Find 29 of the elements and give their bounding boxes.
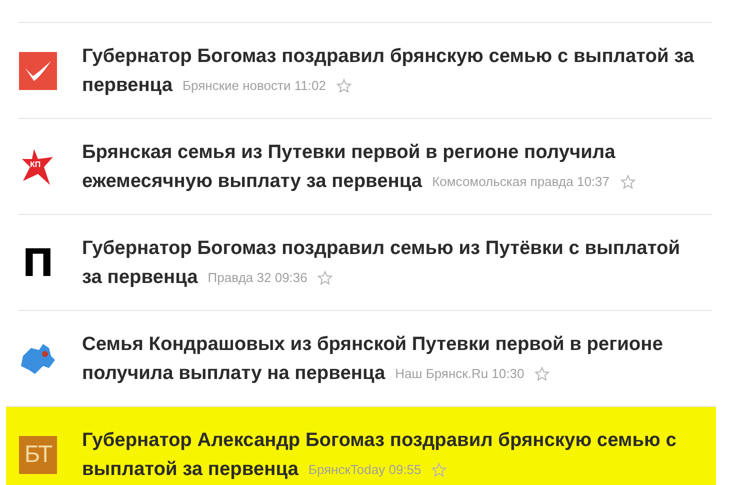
news-source-time: Правда 32 09:36 — [208, 269, 308, 287]
news-headline[interactable]: получила выплату на первенца — [82, 359, 386, 388]
news-headline[interactable]: Губернатор Богомаз поздравил семью из Путёвки с выплатой — [82, 234, 680, 263]
news-headline[interactable]: за первенца — [82, 263, 198, 292]
star-icon[interactable] — [317, 270, 334, 286]
news-headline[interactable]: Брянская семья из Путевки первой в регионе получила — [82, 138, 616, 167]
star-icon[interactable] — [620, 174, 636, 190]
news-item[interactable]: БТ Губернатор Александр Богомаз поздравил брянскую семью с выплатой за первенца БрянскToday 09:55 — [6, 406, 716, 485]
star-icon[interactable] — [336, 78, 352, 94]
logo-letter: П — [22, 244, 54, 282]
news-item[interactable]: Губернатор Богомаз поздравил брянскую семью с выплатой за первенца Брянские новости 11:02 — [18, 22, 712, 118]
news-source-time: Брянские новости 11:02 — [182, 77, 326, 95]
news-headline[interactable]: первенца — [82, 71, 172, 100]
news-headline[interactable]: ежемесячную выплату за первенца — [82, 167, 422, 196]
news-source-time: БрянскToday 09:55 — [308, 461, 422, 479]
star-icon[interactable] — [534, 366, 550, 382]
news-headline[interactable]: Губернатор Богомаз поздравил брянскую семью с выплатой за — [82, 42, 694, 71]
news-headline[interactable]: Губернатор Александр Богомаз поздравил брянскую семью с — [82, 426, 676, 455]
news-item[interactable]: КП Брянская семья из Путевки первой в регионе получила ежемесячную выплату за первенца Комсомольская правда 10:37 — [18, 118, 712, 214]
logo-text: КП — [30, 160, 41, 169]
news-source-time: Комсомольская правда 10:37 — [432, 173, 610, 191]
news-source-time: Наш Брянск.Ru 10:30 — [395, 365, 524, 383]
star-icon[interactable] — [431, 462, 448, 478]
logo-text: БТ — [19, 436, 57, 474]
region-map-icon — [19, 342, 57, 376]
news-headline[interactable]: Семья Кондрашовых из брянской Путевки первой в регионе — [82, 330, 663, 359]
news-item[interactable]: П Губернатор Богомаз поздравил семью из Путёвки с выплатой за первенца Правда 32 09:36 — [18, 214, 712, 310]
star-logo-icon — [20, 147, 56, 187]
news-headline[interactable]: выплатой за первенца — [82, 455, 298, 484]
